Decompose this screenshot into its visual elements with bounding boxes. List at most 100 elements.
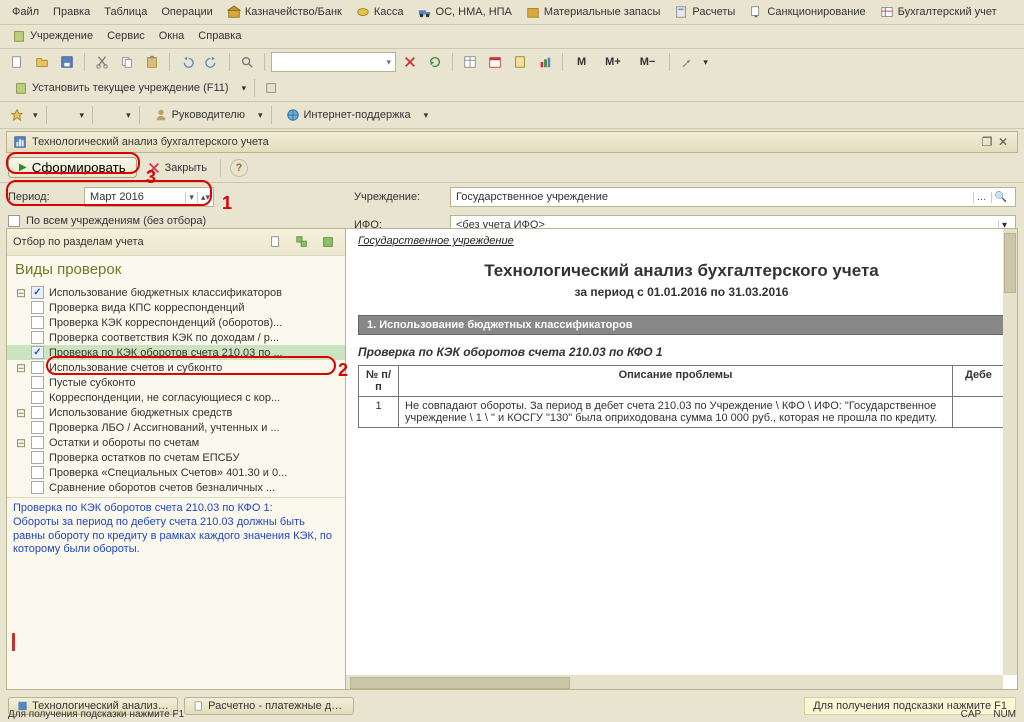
tree-item[interactable]: Проверка ЛБО / Ассигнований, учтенных и … <box>7 420 345 435</box>
window-restore-button[interactable]: ❐ <box>979 135 995 149</box>
report-title: Технологический анализ бухгалтерского уч… <box>358 261 1005 281</box>
clear-button[interactable] <box>399 51 421 73</box>
calendar-button[interactable] <box>484 51 506 73</box>
tree-item[interactable]: Корреспонденции, не согласующиеся с кор.… <box>7 390 345 405</box>
menu-materials[interactable]: Материальные запасы <box>520 3 667 21</box>
new-doc-button[interactable] <box>6 51 28 73</box>
table-button[interactable] <box>459 51 481 73</box>
status-num: NUM <box>993 709 1016 720</box>
settings-button[interactable] <box>676 51 698 73</box>
tree-item[interactable]: Проверка «Специальных Счетов» 401.30 и 0… <box>7 465 345 480</box>
building-green-icon <box>14 81 28 95</box>
menu-service[interactable]: Сервис <box>101 28 151 44</box>
menu-accounting[interactable]: Бухгалтерский учет <box>874 3 1003 21</box>
tree-checkbox[interactable] <box>31 331 44 344</box>
m-button[interactable]: M <box>569 54 594 70</box>
dropdown-arrow[interactable]: ▾ <box>701 57 710 68</box>
expand-toggle[interactable]: ⊟ <box>15 407 27 419</box>
org-search-icon[interactable]: 🔍 <box>991 192 1010 203</box>
paste-button[interactable] <box>141 51 163 73</box>
report-button[interactable] <box>534 51 556 73</box>
tree-checkbox[interactable] <box>31 451 44 464</box>
menu-table[interactable]: Таблица <box>98 4 153 20</box>
tree-checkbox[interactable] <box>31 316 44 329</box>
tree-item[interactable]: ⊟Использование бюджетных классификаторов <box>7 285 345 300</box>
copy-icon <box>120 55 134 69</box>
tree-checkbox[interactable] <box>31 391 44 404</box>
nav-folder-button[interactable] <box>53 104 75 126</box>
report-vscroll[interactable] <box>1003 229 1017 675</box>
sidebar-filter-btn3[interactable] <box>317 231 339 253</box>
menu-cash[interactable]: Касса <box>350 3 410 21</box>
annotation-1: 1 <box>222 193 232 214</box>
menu-sanctioning[interactable]: Санкционирование <box>743 3 871 21</box>
org-label: Учреждение: <box>354 191 444 203</box>
mplus-button[interactable]: M+ <box>597 54 629 70</box>
tree-checkbox[interactable] <box>31 421 44 434</box>
tree-item[interactable]: Проверка остатков по счетам ЕПСБУ <box>7 450 345 465</box>
tree-item[interactable]: Проверка вида КПС корреспонденций <box>7 300 345 315</box>
tree-checkbox[interactable] <box>31 466 44 479</box>
tree-checkbox[interactable] <box>31 346 44 359</box>
undo-button[interactable] <box>176 51 198 73</box>
cut-button[interactable] <box>91 51 113 73</box>
expand-toggle[interactable]: ⊟ <box>15 287 27 299</box>
menu-windows[interactable]: Окна <box>153 28 191 44</box>
nav-back-button[interactable] <box>6 104 28 126</box>
report-hscroll[interactable] <box>346 675 1003 689</box>
link1-dropdown[interactable]: ▾ <box>240 83 249 94</box>
tree-item[interactable]: Проверка КЭК корреспонденций (оборотов).… <box>7 315 345 330</box>
find-button[interactable] <box>236 51 258 73</box>
all-orgs-checkbox[interactable] <box>8 215 20 227</box>
refresh-button[interactable] <box>424 51 446 73</box>
tree-checkbox[interactable] <box>31 481 44 494</box>
tree-checkbox[interactable] <box>31 286 44 299</box>
sidebar-filter-btn2[interactable] <box>291 231 313 253</box>
window-close-button[interactable]: ✕ <box>995 135 1011 149</box>
grid-icon <box>463 55 477 69</box>
tree-checkbox[interactable] <box>31 406 44 419</box>
menu-help[interactable]: Справка <box>192 28 247 44</box>
menu-fixed-assets[interactable]: ОС, НМА, НПА <box>412 3 518 21</box>
copy-button[interactable] <box>116 51 138 73</box>
menu-edit[interactable]: Правка <box>47 4 96 20</box>
redo-button[interactable] <box>201 51 223 73</box>
cut-icon <box>95 55 109 69</box>
org-ellipsis[interactable]: … <box>973 192 990 203</box>
mminus-button[interactable]: M− <box>632 54 664 70</box>
nav-lead-button[interactable]: Руководителю <box>146 106 253 124</box>
set-current-org-button[interactable]: Установить текущее учреждение (F11) <box>6 79 237 97</box>
menu-treasury[interactable]: Казначейство/Банк <box>221 3 348 21</box>
tree-item[interactable]: Проверка соответствия КЭК по доходам / р… <box>7 330 345 345</box>
tree-item[interactable]: ⊟ Использование бюджетных средств <box>7 405 345 420</box>
nav-support-button[interactable]: Интернет-поддержка <box>278 106 419 124</box>
combo-field[interactable]: ▾ <box>271 52 396 72</box>
help-button[interactable]: ? <box>230 159 248 177</box>
menu-organization[interactable]: Учреждение <box>6 27 99 45</box>
tree-item[interactable]: ⊟Остатки и обороты по счетам <box>7 435 345 450</box>
main-menu-row2: Учреждение Сервис Окна Справка <box>0 25 1024 49</box>
building-icon <box>12 29 26 43</box>
tree-checkbox[interactable] <box>31 301 44 314</box>
save-button[interactable] <box>56 51 78 73</box>
expand-toggle[interactable]: ⊟ <box>15 362 27 374</box>
menu-file[interactable]: Файл <box>6 4 45 20</box>
menu-calculations[interactable]: Расчеты <box>668 3 741 21</box>
nav-list-button[interactable] <box>99 104 121 126</box>
report-period: за период с 01.01.2016 по 31.03.2016 <box>358 285 1005 299</box>
tree-item[interactable]: Пустые субконто <box>7 375 345 390</box>
tree-label: Использование бюджетных средств <box>49 407 232 419</box>
tree-item[interactable]: Сравнение оборотов счетов безналичных ..… <box>7 480 345 495</box>
menu-operations[interactable]: Операции <box>155 4 218 20</box>
tree-checkbox[interactable] <box>31 436 44 449</box>
sidebar-filter-btn1[interactable] <box>265 231 287 253</box>
link-bar-1: Установить текущее учреждение (F11) ▾ <box>0 75 1024 102</box>
tree-checkbox[interactable] <box>31 376 44 389</box>
tree-checkbox[interactable] <box>31 361 44 374</box>
expand-toggle[interactable]: ⊟ <box>15 437 27 449</box>
calculator-button[interactable] <box>509 51 531 73</box>
result-table: № п/п Описание проблемы Дебе 1Не совпада… <box>358 365 1005 428</box>
open-button[interactable] <box>31 51 53 73</box>
org-field[interactable]: Государственное учреждение …🔍 <box>450 187 1016 207</box>
link1-btn-a[interactable] <box>261 77 283 99</box>
